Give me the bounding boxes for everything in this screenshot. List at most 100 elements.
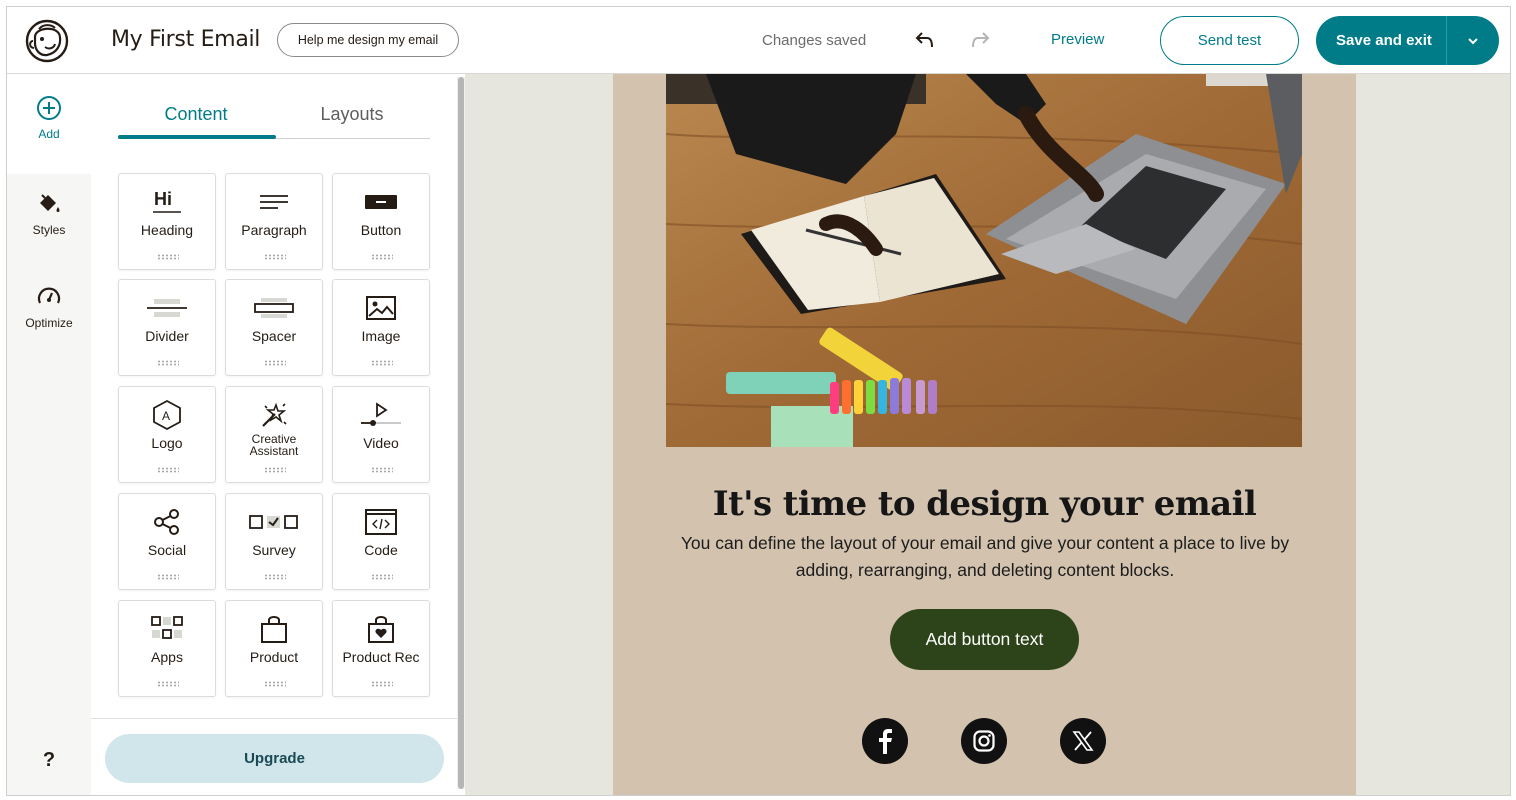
block-label: Paragraph — [241, 222, 307, 238]
heading-icon-text: Hi — [154, 189, 172, 209]
save-exit-group: Save and exit — [1316, 16, 1499, 65]
rail-styles[interactable]: Styles — [7, 191, 91, 237]
drag-handle-icon[interactable] — [157, 467, 179, 473]
block-product-rec[interactable]: Product Rec — [332, 600, 430, 697]
block-button[interactable]: Button — [332, 173, 430, 270]
drag-handle-icon[interactable] — [264, 360, 286, 366]
drag-handle-icon[interactable] — [264, 467, 286, 473]
facebook-icon[interactable] — [862, 718, 908, 764]
drag-handle-icon[interactable] — [157, 360, 179, 366]
block-image[interactable]: Image — [332, 279, 430, 376]
send-test-button[interactable]: Send test — [1160, 16, 1299, 65]
code-icon — [333, 507, 429, 537]
tab-layouts[interactable]: Layouts — [274, 104, 430, 125]
block-label: Video — [363, 435, 399, 451]
block-survey[interactable]: Survey — [225, 493, 323, 590]
content-panel: Content Layouts Hi Heading Paragraph But… — [91, 74, 457, 795]
shopping-bag-icon — [226, 614, 322, 644]
social-icon — [119, 507, 215, 537]
rail-add[interactable]: Add — [7, 74, 91, 174]
block-creative-assistant[interactable]: Creative Assistant — [225, 386, 323, 483]
block-video[interactable]: Video — [332, 386, 430, 483]
top-bar: My First Email Help me design my email C… — [7, 7, 1510, 74]
gauge-icon — [37, 287, 61, 304]
block-product[interactable]: Product — [225, 600, 323, 697]
block-heading[interactable]: Hi Heading — [118, 173, 216, 270]
mailchimp-logo-icon[interactable] — [25, 19, 69, 63]
spacer-icon — [226, 293, 322, 323]
divider-icon — [119, 293, 215, 323]
block-logo[interactable]: A Logo — [118, 386, 216, 483]
email-canvas: It's time to design your email You can d… — [465, 74, 1510, 795]
block-label: Product — [249, 649, 299, 665]
scrollbar-thumb[interactable] — [458, 77, 464, 789]
email-cta-button[interactable]: Add button text — [890, 609, 1079, 670]
hero-image[interactable] — [666, 74, 1302, 447]
block-spacer[interactable]: Spacer — [225, 279, 323, 376]
block-paragraph[interactable]: Paragraph — [225, 173, 323, 270]
panel-tabs: Content Layouts — [118, 74, 430, 139]
tab-content[interactable]: Content — [118, 104, 274, 125]
save-status: Changes saved — [762, 32, 867, 49]
upgrade-button[interactable]: Upgrade — [105, 734, 444, 783]
help-icon[interactable]: ? — [7, 749, 91, 772]
plus-circle-icon — [37, 96, 61, 120]
drag-handle-icon[interactable] — [371, 574, 393, 580]
button-icon — [333, 187, 429, 217]
drag-handle-icon[interactable] — [157, 681, 179, 687]
block-label: Apps — [151, 649, 183, 665]
block-label: Image — [361, 328, 401, 344]
upgrade-area: Upgrade — [91, 718, 457, 795]
block-label: Button — [360, 222, 402, 238]
drag-handle-icon[interactable] — [371, 467, 393, 473]
save-exit-button[interactable]: Save and exit — [1316, 16, 1446, 65]
email-title[interactable]: My First Email — [111, 27, 260, 52]
block-social[interactable]: Social — [118, 493, 216, 590]
left-rail: Add Styles Optimize ? — [7, 74, 91, 795]
rail-optimize[interactable]: Optimize — [7, 284, 91, 330]
redo-icon[interactable] — [969, 29, 991, 51]
survey-icon — [226, 507, 322, 537]
logo-icon-text: A — [162, 409, 170, 423]
image-icon — [333, 293, 429, 323]
x-icon[interactable] — [1060, 718, 1106, 764]
drag-handle-icon[interactable] — [264, 574, 286, 580]
rail-styles-label: Styles — [32, 223, 66, 237]
drag-handle-icon[interactable] — [157, 574, 179, 580]
drag-handle-icon[interactable] — [264, 254, 286, 260]
drag-handle-icon[interactable] — [264, 681, 286, 687]
drag-handle-icon[interactable] — [157, 254, 179, 260]
drag-handle-icon[interactable] — [371, 681, 393, 687]
email-body-text[interactable]: You can define the layout of your email … — [665, 530, 1305, 584]
block-label: Creative Assistant — [249, 432, 299, 458]
paragraph-icon — [226, 187, 322, 217]
block-code[interactable]: Code — [332, 493, 430, 590]
active-tab-indicator — [118, 135, 276, 139]
block-label: Spacer — [251, 328, 297, 344]
chevron-down-icon[interactable] — [1447, 16, 1499, 65]
block-label: Social — [147, 542, 187, 558]
preview-link[interactable]: Preview — [1051, 31, 1104, 48]
drag-handle-icon[interactable] — [371, 360, 393, 366]
instagram-icon[interactable] — [961, 718, 1007, 764]
email-headline[interactable]: It's time to design your email — [613, 484, 1356, 524]
rail-optimize-label: Optimize — [25, 316, 73, 330]
apps-icon — [119, 614, 215, 644]
help-design-button[interactable]: Help me design my email — [277, 23, 459, 57]
paint-bucket-icon — [40, 194, 60, 212]
block-label: Divider — [145, 328, 189, 344]
panel-scrollbar[interactable] — [457, 77, 465, 789]
video-icon — [333, 400, 429, 430]
block-divider[interactable]: Divider — [118, 279, 216, 376]
block-label: Product Rec — [342, 649, 420, 665]
undo-icon[interactable] — [914, 29, 936, 51]
drag-handle-icon[interactable] — [371, 254, 393, 260]
block-label: Survey — [252, 542, 296, 558]
logo-icon: A — [119, 399, 215, 431]
email-body: It's time to design your email You can d… — [613, 74, 1356, 795]
block-label: Logo — [151, 435, 183, 451]
block-apps[interactable]: Apps — [118, 600, 216, 697]
block-label: Heading — [140, 222, 194, 238]
rail-add-label: Add — [38, 127, 60, 141]
creative-assistant-icon — [226, 400, 322, 430]
